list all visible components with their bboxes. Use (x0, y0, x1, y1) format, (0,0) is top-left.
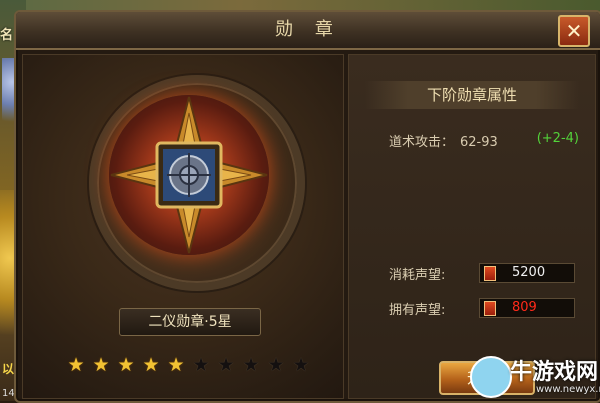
player-name-fragment: 名 (0, 28, 14, 43)
owned-reputation-label: 拥有声望: (389, 303, 446, 318)
star-empty-icon: ★ (217, 354, 235, 376)
close-icon: ✕ (565, 19, 583, 43)
star-rating: ★ ★ ★ ★ ★ ★ ★ ★ ★ ★ (65, 354, 312, 376)
star-empty-icon: ★ (192, 354, 210, 376)
owned-reputation-row: 拥有声望: 809 (389, 298, 579, 318)
watermark-url: www.newyx.net (536, 384, 600, 395)
cost-reputation-label: 消耗声望: (389, 268, 446, 283)
attribute-delta: (+2-4) (536, 131, 579, 146)
next-tier-heading: 下阶勋章属性 (365, 81, 579, 109)
window-title: 勋 章 (275, 19, 341, 40)
star-filled-icon: ★ (142, 354, 160, 376)
reputation-token-icon (484, 301, 496, 316)
cost-reputation-value: 5200 (512, 265, 546, 280)
attribute-value: 62-93 (460, 135, 498, 150)
counter-text: 14 (2, 388, 15, 399)
mascot-logo-icon (470, 356, 512, 398)
cost-reputation-row: 消耗声望: 5200 (389, 263, 579, 283)
star-filled-icon: ★ (167, 354, 185, 376)
star-filled-icon: ★ (67, 354, 85, 376)
star-empty-icon: ★ (267, 354, 285, 376)
site-watermark: 牛游戏网 www.newyx.net (470, 352, 600, 401)
medal-window: 勋 章 ✕ 二仪勋章·5星 ★ ★ ★ ★ ★ ★ ★ ★ ★ ★ 下阶勋章属性 道术攻击： 62-… (14, 10, 600, 403)
star-empty-icon: ★ (292, 354, 310, 376)
medal-display-panel: 二仪勋章·5星 ★ ★ ★ ★ ★ ★ ★ ★ ★ ★ (22, 54, 344, 399)
medal-name-plate: 二仪勋章·5星 (119, 308, 261, 336)
attribute-label: 道术攻击： (389, 135, 455, 150)
close-button[interactable]: ✕ (558, 15, 590, 47)
owned-reputation-value: 809 (512, 300, 537, 315)
window-titlebar: 勋 章 ✕ (16, 12, 600, 50)
cost-reputation-box: 5200 (479, 263, 575, 283)
attribute-panel: 下阶勋章属性 道术攻击： 62-93 (+2-4) 消耗声望: 5200 拥有声望… (348, 54, 596, 399)
reputation-token-icon (484, 266, 496, 281)
star-empty-icon: ★ (242, 354, 260, 376)
star-filled-icon: ★ (117, 354, 135, 376)
star-filled-icon: ★ (92, 354, 110, 376)
owned-reputation-box: 809 (479, 298, 575, 318)
watermark-text: 牛游戏网 (510, 360, 599, 385)
attribute-row: 道术攻击： 62-93 (+2-4) (389, 131, 579, 150)
medal-emblem-icon (110, 96, 268, 254)
scroll-label: 以 (2, 362, 15, 376)
